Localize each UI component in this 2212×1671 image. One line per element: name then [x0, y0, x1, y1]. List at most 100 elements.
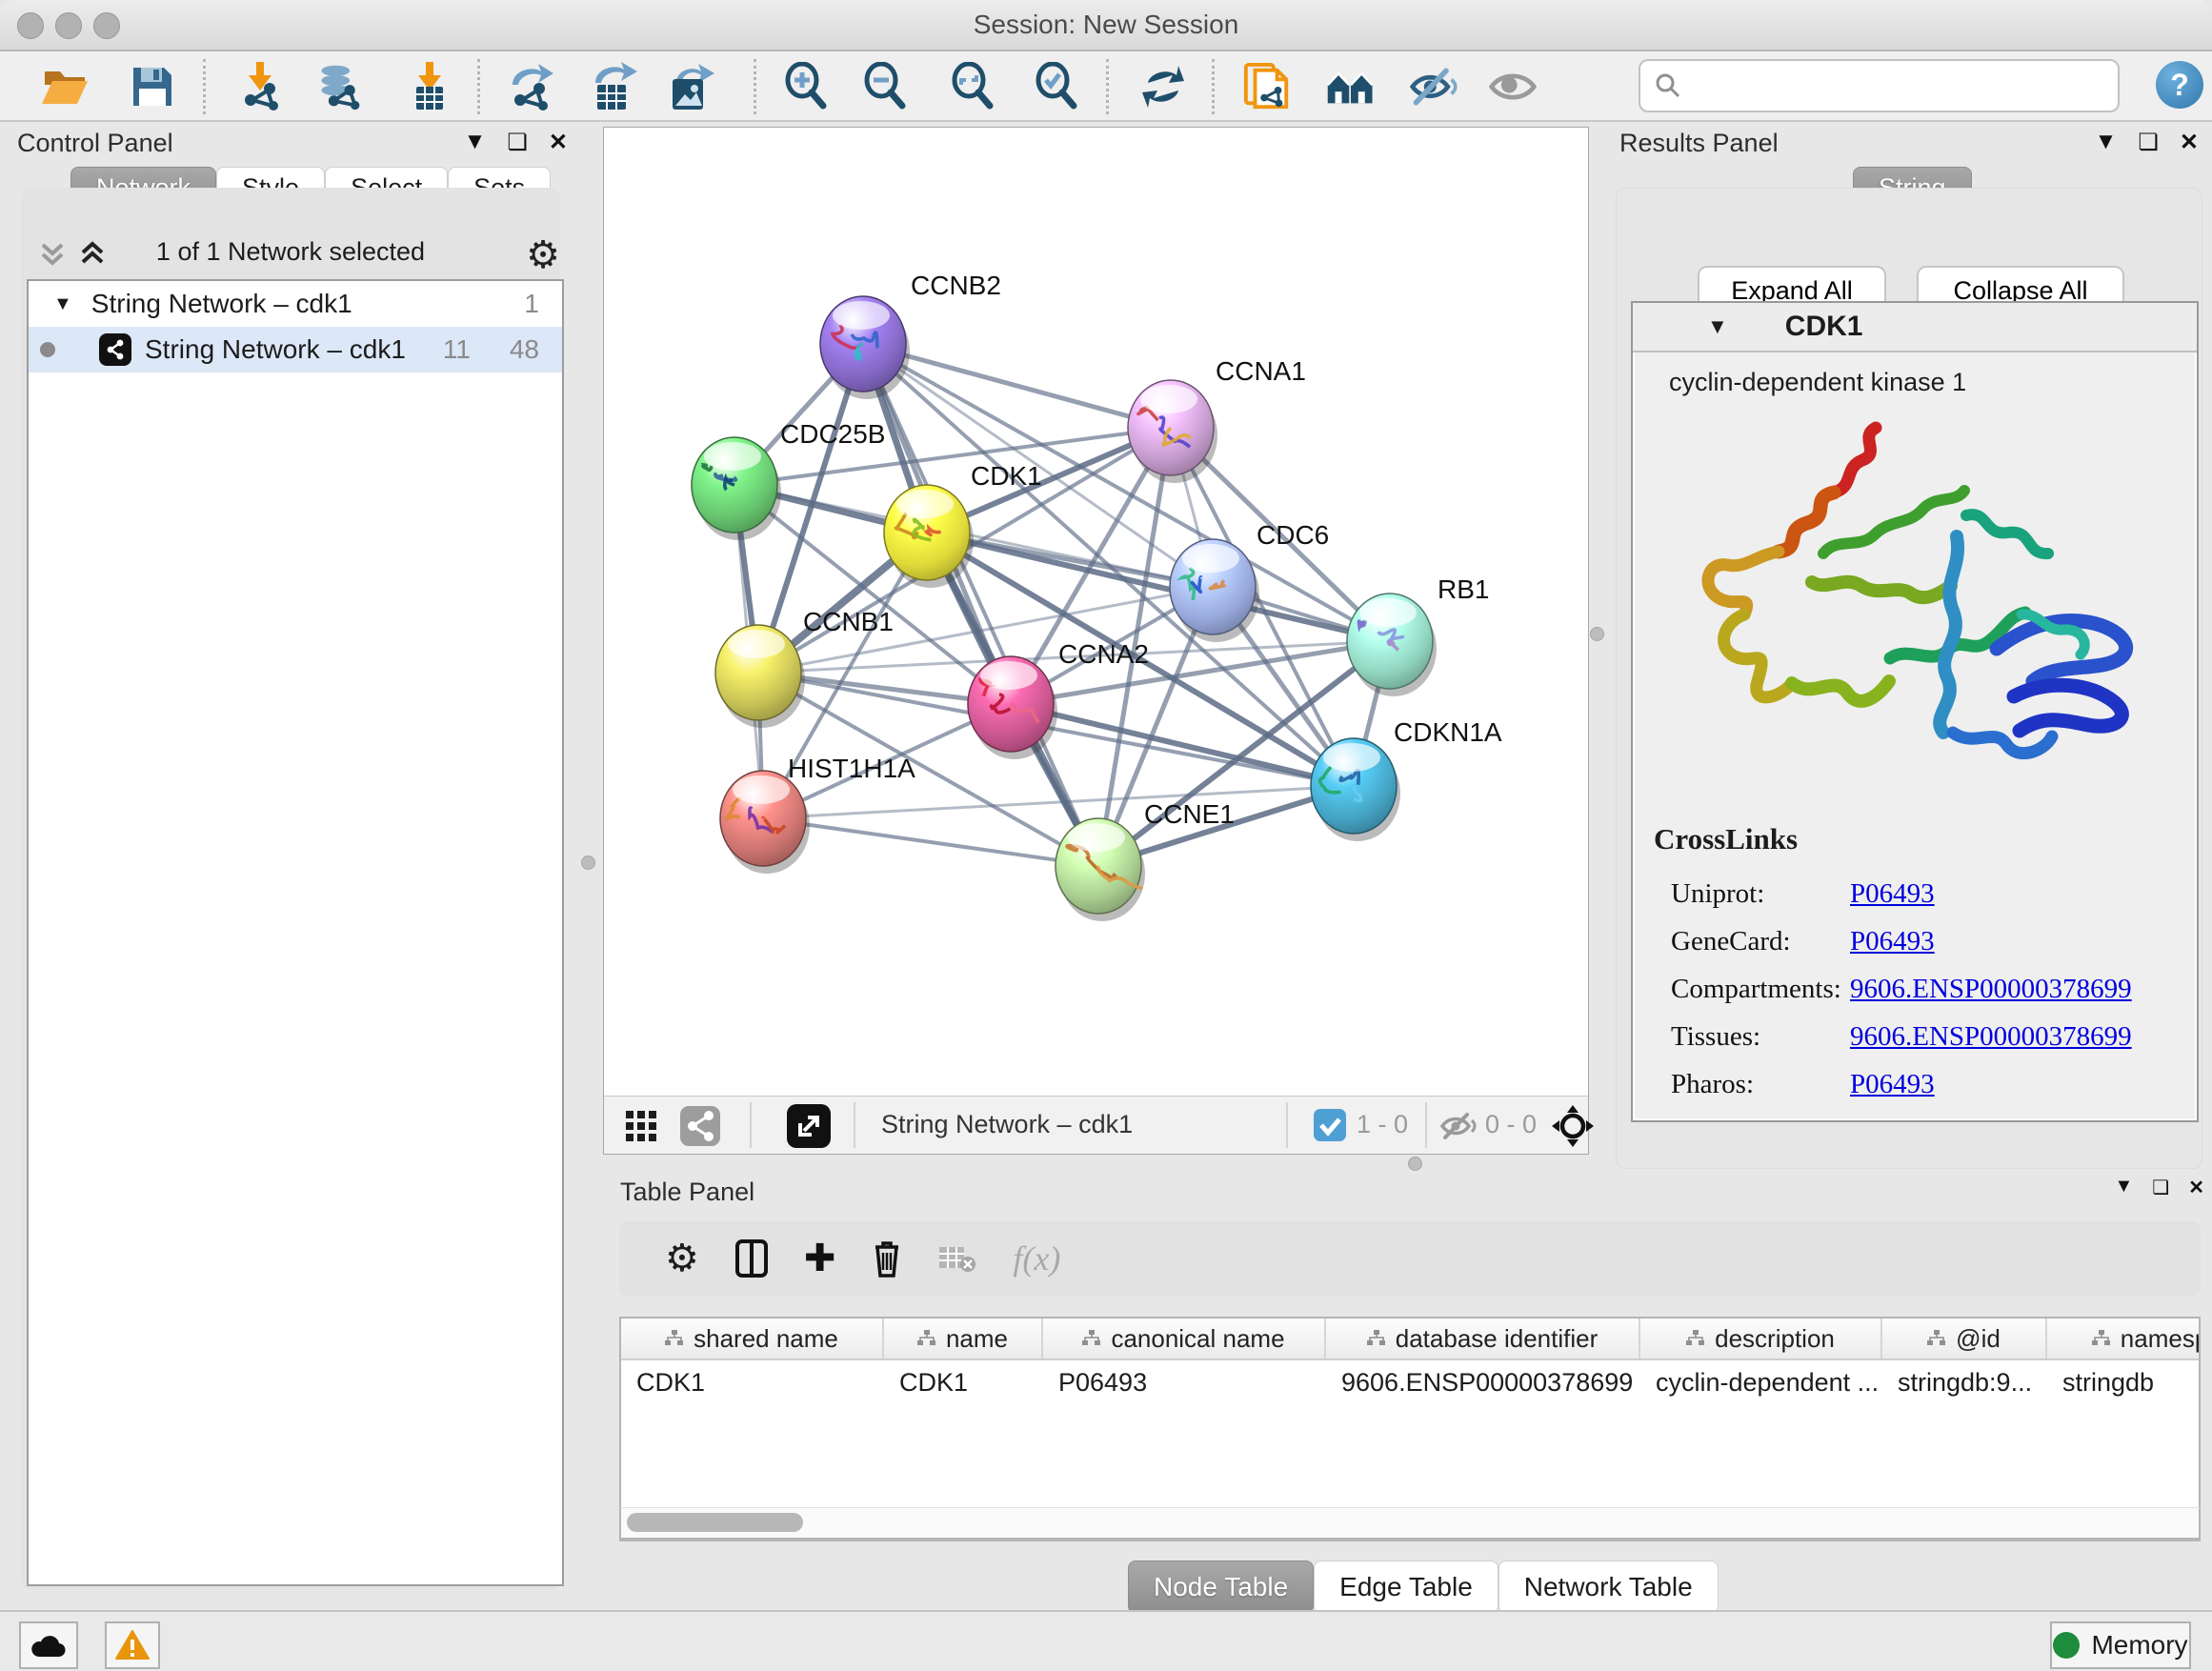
- node-CCNB2[interactable]: CCNB2: [820, 271, 1001, 399]
- hide-selected-icon[interactable]: [1409, 62, 1458, 111]
- export-network-icon[interactable]: [507, 62, 556, 111]
- scrollbar-thumb[interactable]: [627, 1513, 803, 1532]
- crosslink-link[interactable]: 9606.ENSP00000378699: [1850, 1021, 2132, 1053]
- network-canvas[interactable]: CCNB2CCNA1CDC25BCDK1CDC6RB1CCNB1CCNA2CDK…: [604, 128, 1588, 1096]
- import-table-icon[interactable]: [403, 62, 452, 111]
- column-header-canonical-name[interactable]: canonical name: [1043, 1319, 1326, 1359]
- right-splitter-handle[interactable]: [1590, 627, 1604, 641]
- expander-icon[interactable]: ▼: [53, 293, 72, 315]
- edge-HIST1H1A-CCNE1[interactable]: [763, 818, 1098, 866]
- table-row[interactable]: CDK1CDK1P064939606.ENSP00000378699cyclin…: [621, 1360, 2199, 1404]
- collapse-entry-icon[interactable]: ▼: [1707, 314, 1728, 339]
- tab-network-table[interactable]: Network Table: [1498, 1560, 1719, 1614]
- table-cell[interactable]: CDK1: [884, 1360, 1043, 1404]
- show-all-icon[interactable]: [1488, 62, 1538, 111]
- edge-CCNB2-CCNE1[interactable]: [863, 344, 1098, 866]
- search-box[interactable]: [1639, 59, 2120, 112]
- crosslink-link[interactable]: P06493: [1850, 926, 1935, 957]
- import-network-database-icon[interactable]: [314, 62, 364, 111]
- column-label: canonical name: [1111, 1324, 1284, 1354]
- delete-table-icon[interactable]: [938, 1243, 976, 1274]
- cloud-services-button[interactable]: [19, 1621, 78, 1669]
- node-CCNE1[interactable]: CCNE1: [1056, 799, 1235, 921]
- search-input[interactable]: [1692, 71, 2092, 101]
- network-badge-icon[interactable]: [680, 1106, 720, 1146]
- zoom-out-icon[interactable]: [860, 62, 910, 111]
- delete-column-icon[interactable]: [872, 1239, 902, 1278]
- zoom-in-icon[interactable]: [781, 62, 831, 111]
- float-panel-icon[interactable]: ❏: [507, 129, 528, 156]
- close-panel-icon[interactable]: ✕: [2180, 129, 2199, 156]
- panel-menu-icon[interactable]: ▼: [2095, 129, 2118, 156]
- memory-button[interactable]: Memory: [2050, 1621, 2191, 1669]
- show-columns-icon[interactable]: [735, 1239, 768, 1278]
- crosslink-link[interactable]: P06493: [1850, 1069, 1935, 1100]
- function-builder-icon[interactable]: f(x): [1013, 1238, 1060, 1278]
- column-header-description[interactable]: description: [1640, 1319, 1882, 1359]
- network-tree-row[interactable]: ▼String Network – cdk11: [29, 281, 562, 327]
- toolbar-separator: [750, 1102, 752, 1148]
- network-options-gear-icon[interactable]: ⚙: [526, 233, 560, 277]
- hidden-items-eye-icon[interactable]: [1440, 1111, 1477, 1141]
- table-cell[interactable]: 9606.ENSP00000378699: [1326, 1360, 1640, 1404]
- network-tree: ▼String Network – cdk11String Network – …: [27, 279, 564, 1586]
- crosslink-link[interactable]: 9606.ENSP00000378699: [1850, 974, 2132, 1005]
- open-in-new-window-icon[interactable]: [787, 1104, 831, 1148]
- node-RB1[interactable]: RB1: [1347, 574, 1489, 696]
- gene-entry-header[interactable]: ▼ CDK1: [1633, 303, 2197, 352]
- panel-menu-icon[interactable]: ▼: [2115, 1176, 2134, 1199]
- float-panel-icon[interactable]: ❏: [2152, 1176, 2169, 1199]
- tab-edge-table[interactable]: Edge Table: [1314, 1560, 1498, 1614]
- bottom-splitter-handle[interactable]: [1408, 1157, 1422, 1171]
- warnings-button[interactable]: [105, 1621, 160, 1669]
- close-panel-icon[interactable]: ✕: [2188, 1176, 2204, 1199]
- grid-view-icon[interactable]: [625, 1110, 657, 1142]
- network-tree-row[interactable]: String Network – cdk11148: [29, 327, 562, 372]
- zoom-fit-icon[interactable]: [948, 62, 997, 111]
- table-cell[interactable]: stringdb:9...: [1882, 1360, 2047, 1404]
- node-label: CCNA1: [1216, 356, 1306, 386]
- column-label: namespace: [2121, 1324, 2201, 1354]
- export-image-icon[interactable]: [665, 62, 714, 111]
- import-network-file-icon[interactable]: [235, 62, 285, 111]
- table-cell[interactable]: P06493: [1043, 1360, 1326, 1404]
- table-options-gear-icon[interactable]: ⚙: [665, 1237, 699, 1280]
- tab-node-table[interactable]: Node Table: [1128, 1560, 1314, 1614]
- selected-items-checkbox[interactable]: [1314, 1109, 1346, 1141]
- node-HIST1H1A[interactable]: HIST1H1A: [720, 754, 915, 874]
- first-neighbors-icon[interactable]: [1326, 62, 1376, 111]
- column-header-shared-name[interactable]: shared name: [621, 1319, 884, 1359]
- table-horizontal-scrollbar[interactable]: [619, 1507, 2201, 1540]
- node-CCNA1[interactable]: CCNA1: [1128, 356, 1306, 483]
- node-CDKN1A[interactable]: CDKN1A: [1311, 717, 1502, 841]
- column-label: name: [946, 1324, 1008, 1354]
- selected-count: 1 - 0: [1357, 1110, 1408, 1139]
- column-header-name[interactable]: name: [884, 1319, 1043, 1359]
- export-table-icon[interactable]: [588, 62, 637, 111]
- column-header--id[interactable]: @id: [1882, 1319, 2047, 1359]
- help-button[interactable]: ?: [2156, 61, 2203, 109]
- column-type-icon: [1686, 1330, 1705, 1347]
- memory-label: Memory: [2091, 1630, 2187, 1661]
- crosslink-row: Pharos:P06493: [1671, 1060, 2185, 1108]
- zoom-selected-icon[interactable]: [1032, 62, 1081, 111]
- save-session-icon[interactable]: [128, 62, 177, 111]
- birds-eye-view-icon[interactable]: [1552, 1105, 1594, 1147]
- open-session-icon[interactable]: [40, 62, 90, 111]
- table-cell[interactable]: cyclin-dependent ...: [1640, 1360, 1882, 1404]
- column-header-database-identifier[interactable]: database identifier: [1326, 1319, 1640, 1359]
- refresh-icon[interactable]: [1138, 62, 1188, 111]
- crosslink-link[interactable]: P06493: [1850, 878, 1935, 910]
- close-panel-icon[interactable]: ✕: [549, 129, 568, 156]
- table-cell[interactable]: CDK1: [621, 1360, 884, 1404]
- crosslink-label: GeneCard:: [1671, 926, 1850, 957]
- float-panel-icon[interactable]: ❏: [2138, 129, 2159, 156]
- create-column-icon[interactable]: ✚: [804, 1237, 836, 1280]
- column-header-namespace[interactable]: namespace: [2047, 1319, 2201, 1359]
- toolbar-separator: [1286, 1102, 1288, 1148]
- left-splitter-handle[interactable]: [581, 856, 595, 870]
- table-cell[interactable]: stringdb: [2047, 1360, 2201, 1404]
- clone-network-icon[interactable]: [1242, 62, 1292, 111]
- panel-menu-icon[interactable]: ▼: [464, 129, 487, 156]
- column-type-icon: [665, 1330, 684, 1347]
